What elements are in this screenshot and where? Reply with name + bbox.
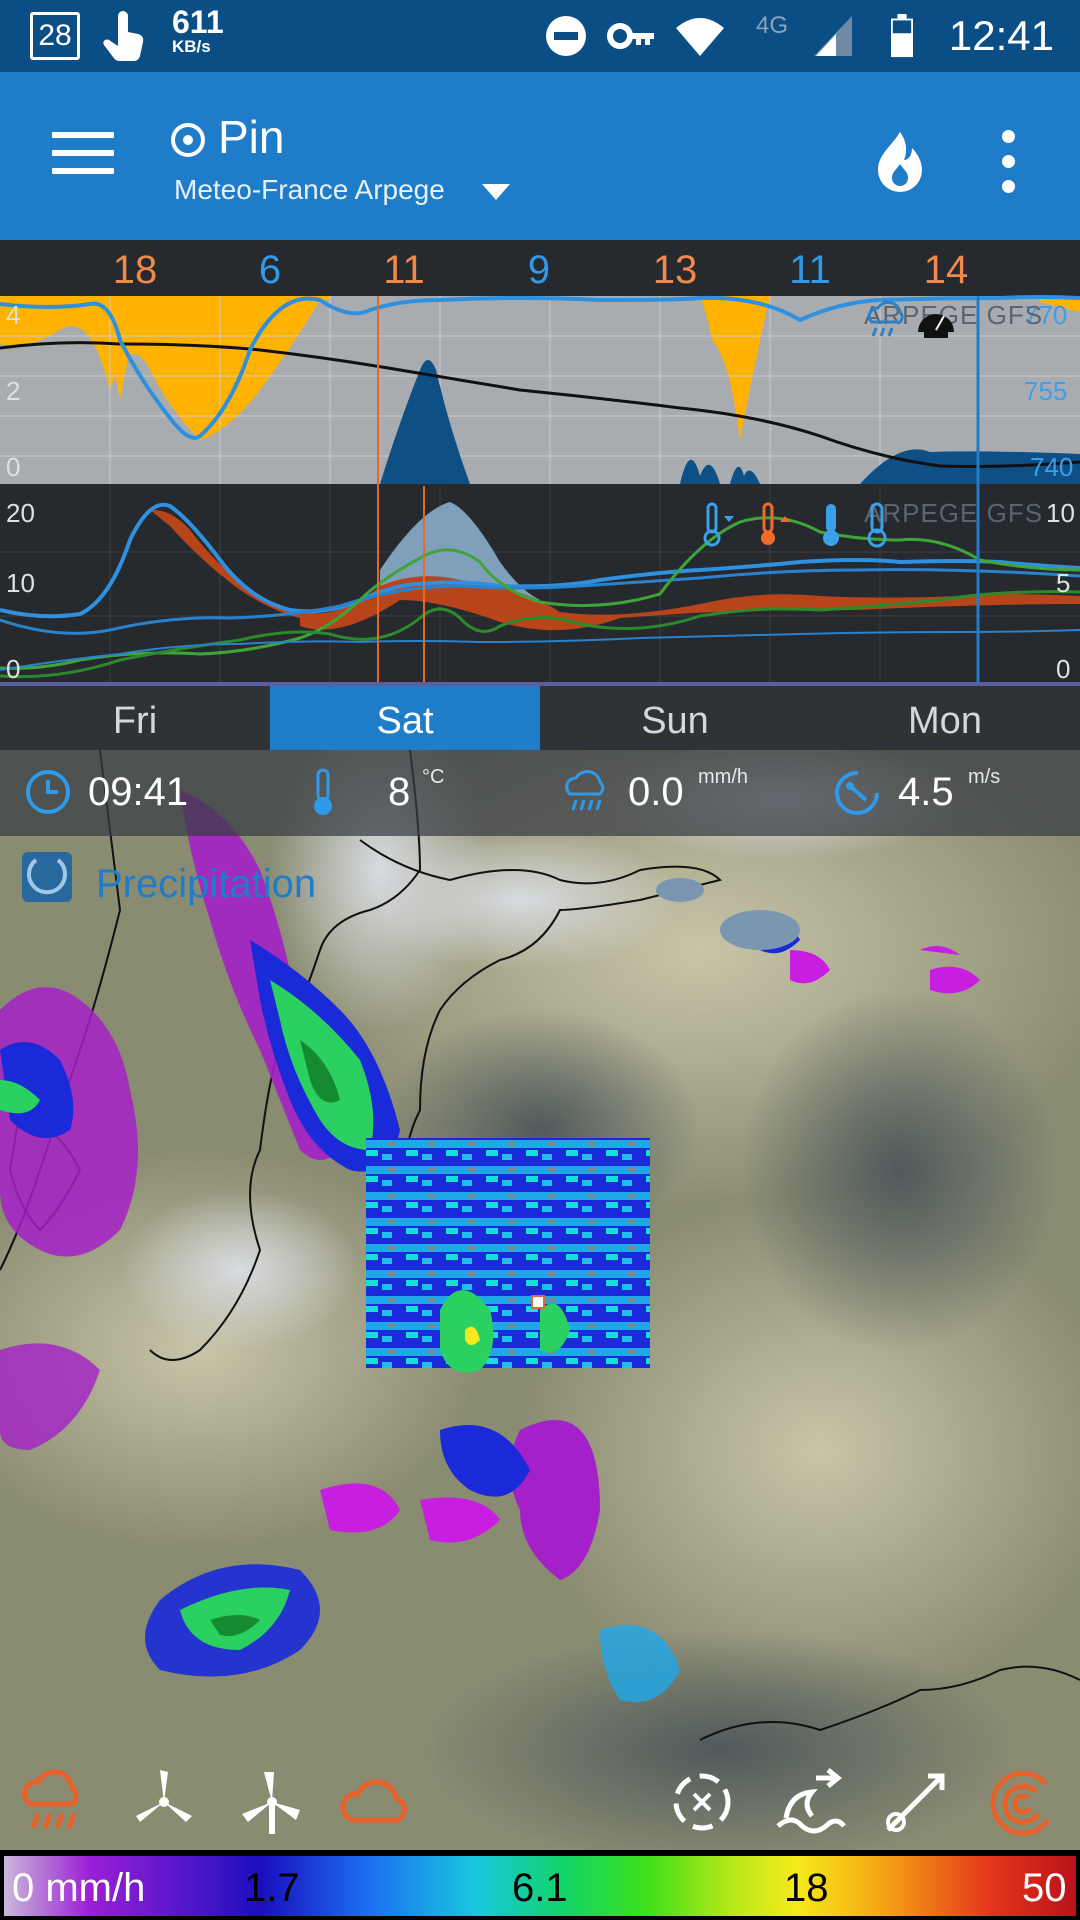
barometer-icon	[918, 314, 954, 338]
temp-value: 18	[112, 248, 158, 292]
wave-icon[interactable]	[772, 1764, 848, 1840]
wind-axis-tick: 5	[1056, 568, 1071, 598]
map-layer-toolbar	[0, 1750, 1080, 1850]
calendar-icon: 28	[30, 12, 80, 60]
legend-stop: 50	[1022, 1866, 1067, 1910]
temp-value: 9	[527, 248, 551, 292]
wind-barb-icon[interactable]	[878, 1764, 954, 1840]
radar-overlay	[366, 1138, 650, 1368]
precip-axis-tick: 2	[6, 376, 21, 406]
do-not-disturb-icon	[546, 16, 586, 56]
precipitation-map-layer[interactable]	[0, 750, 1080, 1850]
pressure-axis-tick: 755	[1024, 376, 1068, 406]
rain-cloud-icon	[867, 300, 904, 337]
tab-sat[interactable]: Sat	[270, 686, 540, 750]
menu-icon	[52, 132, 114, 138]
temperature-value: 8	[388, 770, 411, 814]
precipitation-legend: 0 mm/h 1.7 6.1 18 50	[0, 1850, 1080, 1920]
more-vert-icon[interactable]	[996, 130, 1020, 193]
tab-sun[interactable]: Sun	[540, 686, 810, 750]
precip-axis-tick: 0	[6, 452, 21, 482]
legend-stop: 6.1	[512, 1866, 568, 1910]
menu-button[interactable]	[52, 132, 114, 180]
temp-value: 14	[923, 248, 969, 292]
wind-value: 4.5	[898, 770, 954, 814]
touch-icon	[103, 11, 144, 61]
status-bar: 28 611 KB/s 4G 12:41	[0, 0, 1080, 72]
app-bar: Pin Meteo-France Arpege	[0, 72, 1080, 240]
network-speed: 611 KB/s	[172, 4, 224, 56]
radar-icon[interactable]	[986, 1764, 1062, 1840]
pressure-axis-tick: 740	[1030, 452, 1074, 482]
temp-value: 11	[789, 248, 831, 292]
wind-axis-tick: 0	[1056, 654, 1071, 684]
temp-axis-tick: 0	[6, 654, 21, 684]
clock: 12:41	[948, 12, 1054, 59]
forecast-chart[interactable]: 18 6 11 9 13 11 14 4 2 0 770 755 740 ARP…	[0, 240, 1080, 686]
day-tabs: Fri Sat Sun Mon	[0, 686, 1080, 750]
rain-cloud-icon	[565, 770, 605, 811]
map-info-bar: 09:41 8 °C 0.0 mm/h 4.5 m/s	[0, 750, 1080, 836]
dropdown-arrow-icon[interactable]	[482, 184, 510, 202]
wind-turbine-icon[interactable]	[126, 1764, 202, 1840]
legend-stop: 18	[784, 1866, 829, 1910]
layer-title[interactable]: Precipitation	[96, 862, 316, 907]
time-value: 09:41	[88, 770, 189, 814]
network-type: 4G	[756, 12, 789, 39]
dew-point-icon	[867, 502, 887, 548]
location-title[interactable]: Pin	[218, 110, 284, 164]
tab-fri[interactable]: Fri	[0, 686, 270, 750]
tab-mon[interactable]: Mon	[810, 686, 1080, 750]
battery-icon	[891, 14, 913, 58]
precip-axis-tick: 4	[6, 300, 21, 330]
cloud-icon[interactable]	[338, 1764, 414, 1840]
wind-icon	[835, 771, 879, 815]
temp-value: 6	[258, 248, 282, 292]
temp-axis-tick: 20	[6, 498, 35, 528]
temp-value: 11	[383, 248, 425, 292]
model-selector[interactable]: Meteo-France Arpege	[174, 174, 445, 206]
legend-stop: 1.7	[244, 1866, 300, 1910]
wind-gust-icon[interactable]	[664, 1764, 740, 1840]
precipitation-value: 0.0	[628, 770, 684, 814]
temp-value: 13	[652, 248, 698, 292]
vpn-key-icon	[607, 23, 654, 49]
clock-icon	[26, 770, 70, 814]
temp-max-icon	[761, 502, 790, 545]
rain-layer-icon[interactable]	[16, 1764, 92, 1840]
daily-temperature-row: 18 6 11 9 13 11 14	[0, 240, 1080, 296]
legend-unit: 0 mm/h	[12, 1866, 146, 1910]
location-marker	[531, 1295, 545, 1309]
layer-icon[interactable]	[20, 850, 74, 904]
temp-min-icon	[703, 502, 734, 547]
pin-target-icon	[171, 123, 205, 157]
temp-axis-tick: 10	[6, 568, 35, 598]
wind-unit: m/s	[968, 766, 1001, 788]
wind-axis-tick: 10	[1046, 498, 1075, 528]
weather-map[interactable]: 09:41 8 °C 0.0 mm/h 4.5 m/s Precipitatio…	[0, 750, 1080, 1850]
wind-turbine-alt-icon[interactable]	[234, 1764, 310, 1840]
thermometer-icon	[823, 504, 839, 546]
wifi-icon	[676, 18, 724, 56]
flame-icon[interactable]	[872, 130, 928, 192]
precipitation-unit: mm/h	[698, 766, 748, 788]
temperature-unit: °C	[422, 766, 445, 788]
thermometer-icon	[314, 768, 332, 815]
cell-signal-icon	[814, 16, 852, 56]
